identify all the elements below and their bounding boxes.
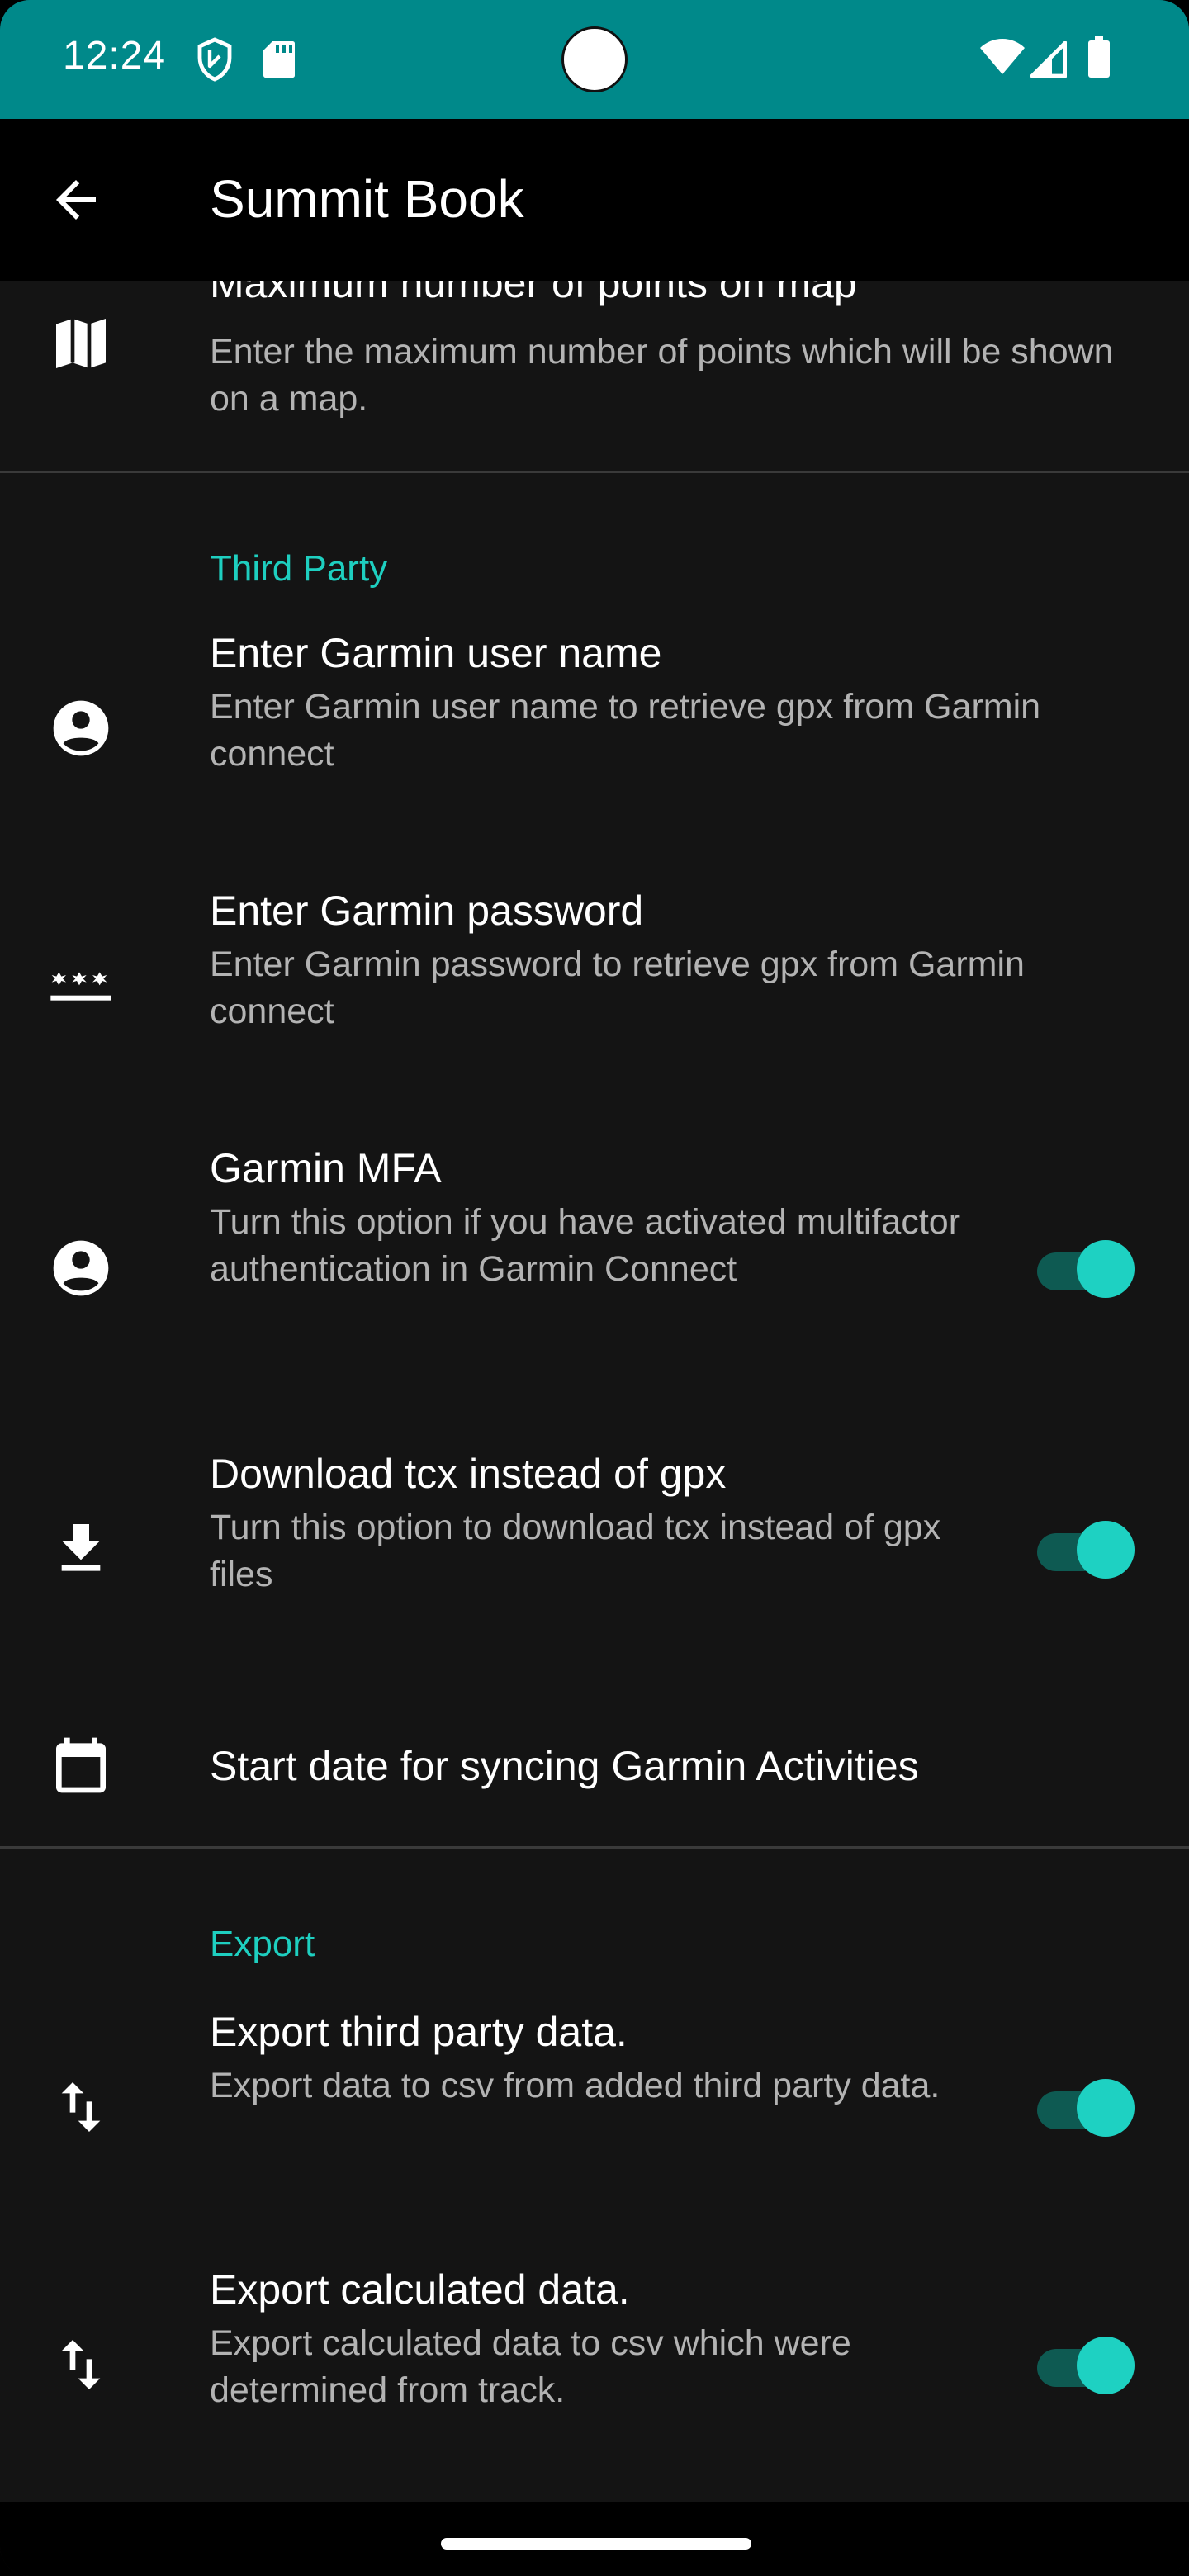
pref-title: Maximum number of points on map: [210, 281, 857, 306]
export-third-party-data-switch[interactable]: [1037, 2076, 1135, 2138]
arrow-back-icon[interactable]: [46, 170, 106, 230]
page-title: Summit Book: [210, 169, 524, 229]
shield-icon: [197, 37, 232, 82]
account-circle-icon: [53, 700, 109, 756]
pref-export-calculated-data[interactable]: Export calculated data. Export calculate…: [0, 2264, 1189, 2502]
pref-title: Enter Garmin password: [210, 888, 644, 934]
navigation-bar: [0, 2502, 1189, 2576]
preferences-list: Maximum number of points on map Enter th…: [0, 281, 1189, 2502]
pref-garmin-password[interactable]: Enter Garmin password Enter Garmin passw…: [0, 885, 1189, 1125]
divider: [0, 471, 1189, 473]
wifi-icon: [980, 39, 1025, 74]
status-bar: 12:24: [0, 0, 1189, 119]
export-calculated-data-switch[interactable]: [1037, 2333, 1135, 2396]
sd-card-icon: [263, 41, 295, 78]
pref-start-date-garmin-sync[interactable]: Start date for syncing Garmin Activities: [0, 1709, 1189, 1825]
app-toolbar: Summit Book: [0, 119, 1189, 281]
camera-cutout: [561, 26, 628, 92]
pref-max-points-on-map[interactable]: Maximum number of points on map Enter th…: [0, 281, 1189, 471]
calendar-icon: [56, 1737, 106, 1793]
pref-title: Export third party data.: [210, 2009, 628, 2055]
pref-summary: Export data to csv from added third part…: [210, 2066, 940, 2105]
password-icon: [50, 972, 111, 1001]
account-circle-icon: [53, 1240, 109, 1296]
pref-title: Start date for syncing Garmin Activities: [210, 1743, 919, 1789]
pref-title: Export calculated data.: [210, 2266, 630, 2313]
import-export-icon: [61, 2082, 101, 2132]
switch-thumb: [1077, 1521, 1135, 1579]
garmin-mfa-switch[interactable]: [1037, 1237, 1135, 1300]
switch-thumb: [1077, 2079, 1135, 2137]
switch-thumb: [1077, 1240, 1135, 1298]
pref-garmin-user-name[interactable]: Enter Garmin user name Enter Garmin user…: [0, 627, 1189, 867]
map-icon: [56, 319, 106, 368]
pref-export-third-party-data[interactable]: Export third party data. Export data to …: [0, 2006, 1189, 2246]
download-tcx-switch[interactable]: [1037, 1518, 1135, 1580]
pref-title: Garmin MFA: [210, 1145, 442, 1191]
cellular-signal-icon: [1030, 41, 1067, 78]
pref-summary: Turn this option if you have activated m…: [210, 1202, 961, 1289]
divider: [0, 1846, 1189, 1849]
battery-icon: [1088, 36, 1110, 78]
download-icon: [61, 1524, 101, 1571]
pref-title: Download tcx instead of gpx: [210, 1451, 727, 1497]
pref-title: Enter Garmin user name: [210, 630, 662, 676]
pref-summary: Enter the maximum number of points which…: [210, 332, 1114, 419]
pref-summary: Turn this option to download tcx instead…: [210, 1508, 941, 1594]
pref-download-tcx[interactable]: Download tcx instead of gpx Turn this op…: [0, 1448, 1189, 1688]
import-export-icon: [61, 2340, 101, 2389]
category-export: Export: [210, 1924, 315, 1964]
pref-garmin-mfa[interactable]: Garmin MFA Turn this option if you have …: [0, 1143, 1189, 1423]
status-time: 12:24: [63, 34, 167, 78]
pref-summary: Export calculated data to csv which were…: [210, 2323, 851, 2410]
pref-summary: Enter Garmin user name to retrieve gpx f…: [210, 687, 1041, 774]
settings-screen: 12:24 Summit Book Maximum number of poin…: [0, 0, 1189, 2576]
switch-thumb: [1077, 2337, 1135, 2394]
home-indicator[interactable]: [441, 2538, 751, 2550]
category-third-party: Third Party: [210, 548, 388, 589]
pref-summary: Enter Garmin password to retrieve gpx fr…: [210, 945, 1025, 1031]
